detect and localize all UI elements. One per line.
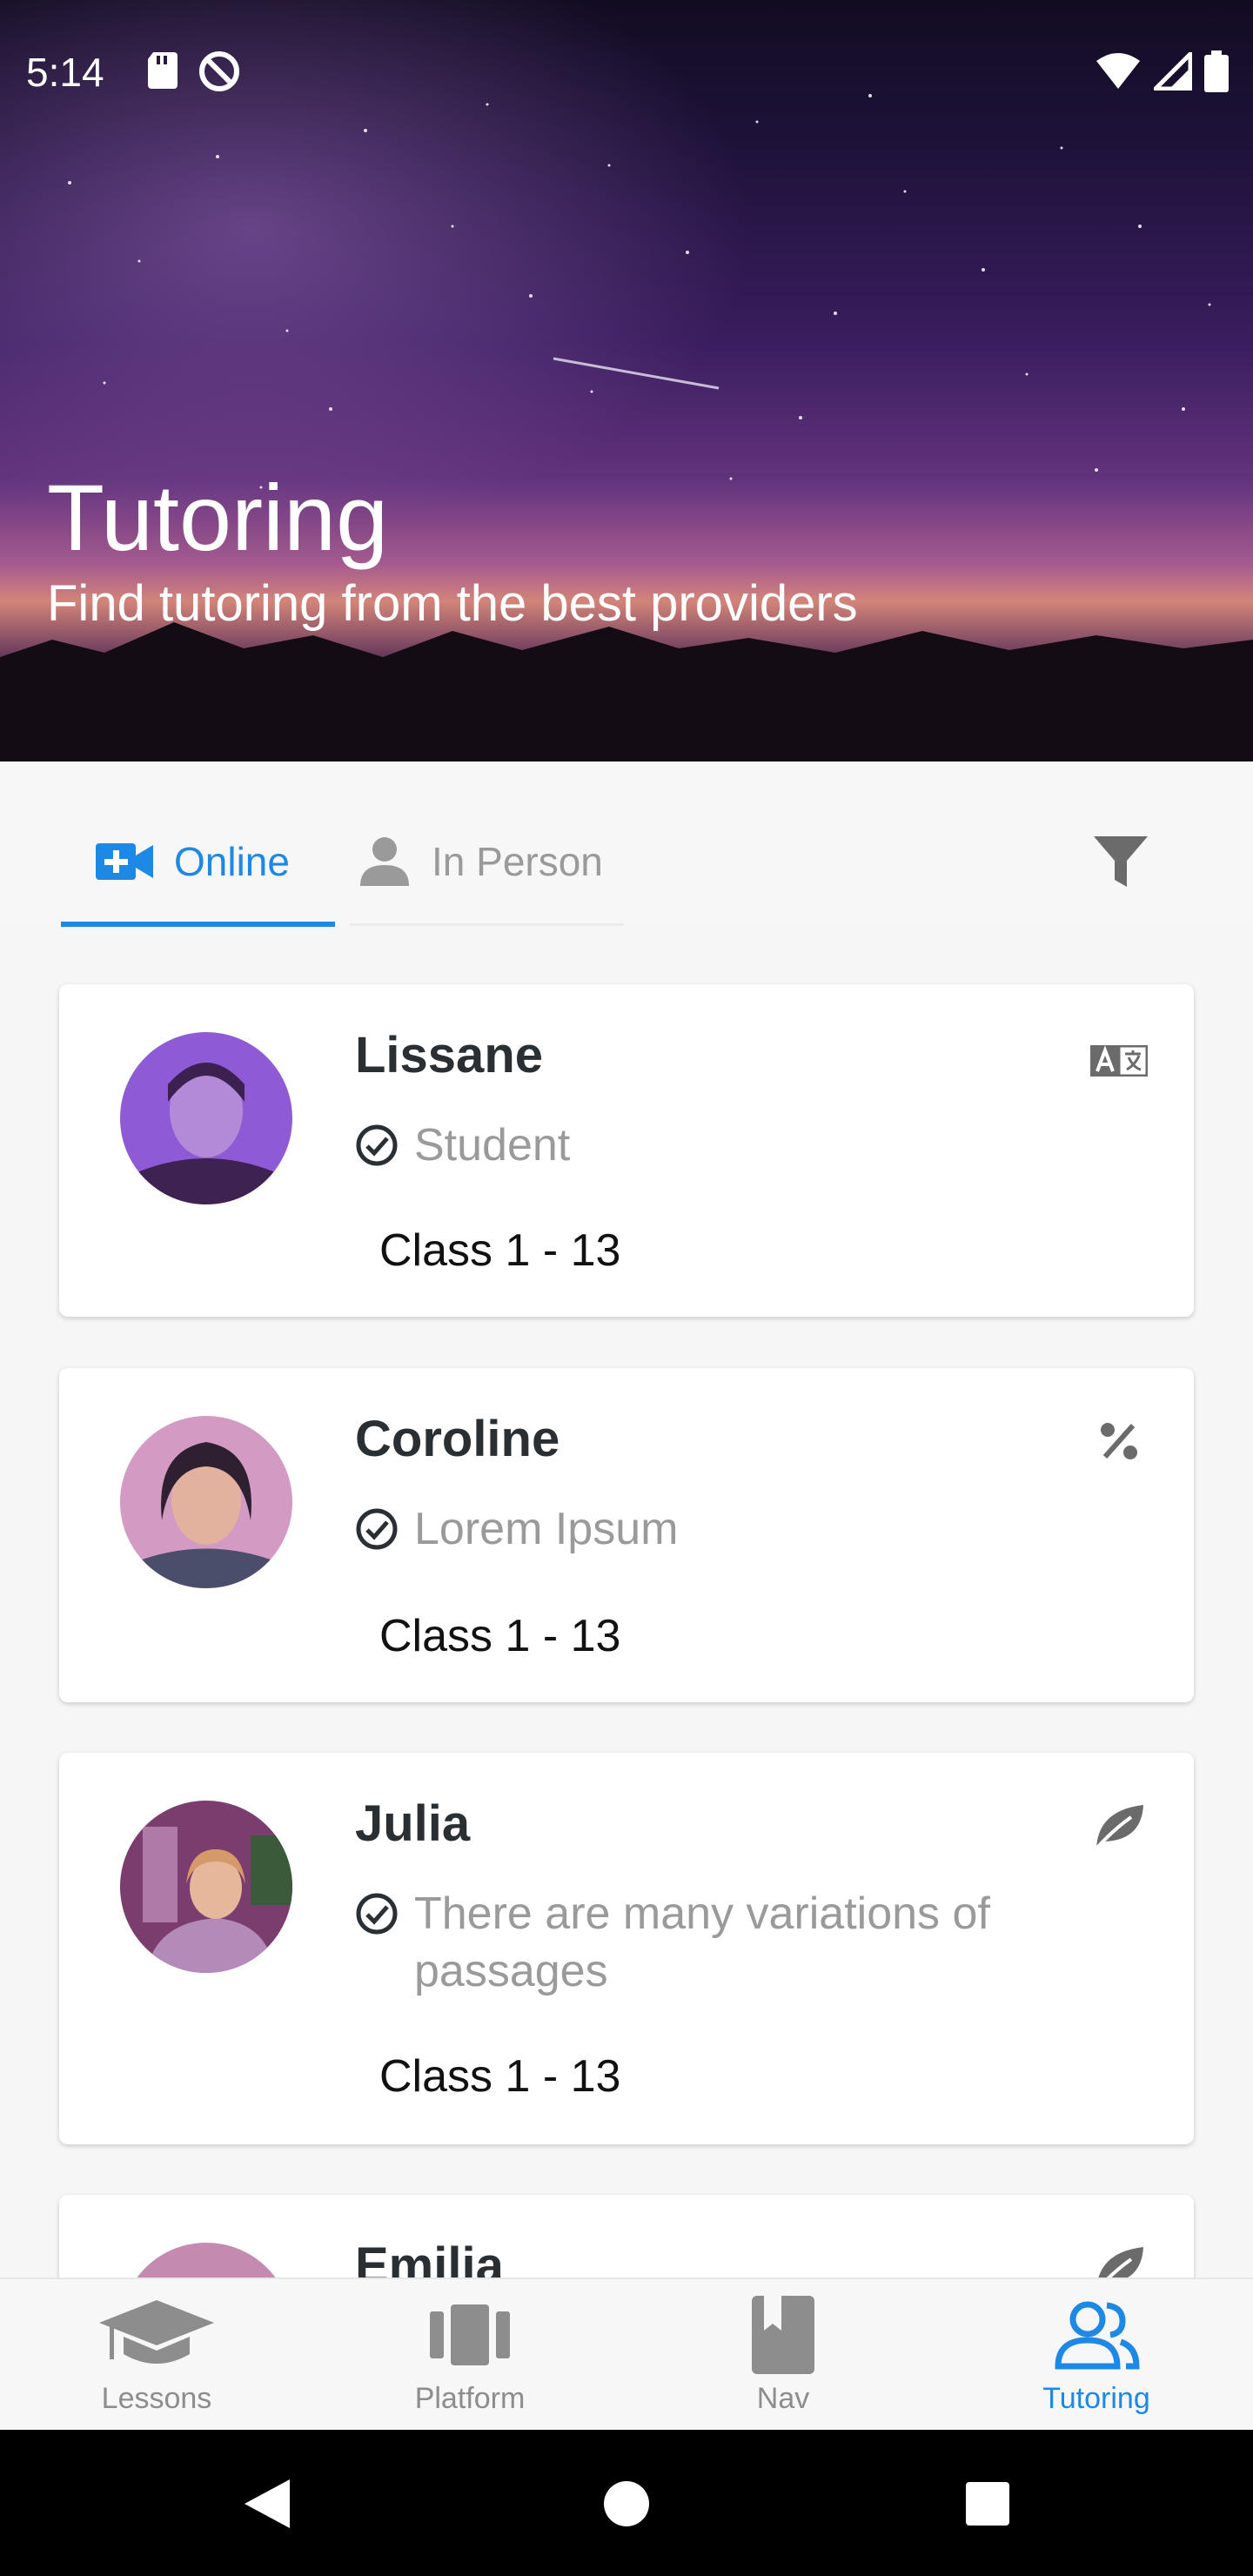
battery-icon: [1204, 50, 1229, 92]
nav-item-nav[interactable]: Nav: [626, 2279, 940, 2432]
tab-in-person[interactable]: In Person: [358, 822, 603, 901]
tutor-card-lissane[interactable]: Lissane Student Class 1 - 13: [59, 984, 1194, 1317]
filter-button[interactable]: [1086, 822, 1156, 901]
carousel-icon: [430, 2304, 510, 2365]
nav-label-tutoring: Tutoring: [1042, 2382, 1150, 2415]
tutor-role: There are many variations of passages: [355, 1885, 1103, 2000]
page-subtitle: Find tutoring from the best providers: [47, 575, 858, 632]
status-time: 5:14: [26, 50, 104, 95]
back-triangle-icon: [245, 2479, 290, 2528]
active-tab-indicator: [61, 922, 335, 927]
check-circle-icon: [356, 1124, 398, 1166]
tutor-class: Class 1 - 13: [379, 2051, 621, 2102]
tab-bar: Online In Person: [0, 761, 1253, 927]
tutor-card-coroline[interactable]: Coroline Lorem Ipsum Class 1 - 13: [59, 1368, 1194, 1702]
avatar: [120, 1416, 292, 1588]
video-plus-icon: [96, 843, 153, 880]
recents-square-icon: [966, 2482, 1009, 2526]
tutor-name: Julia: [355, 1795, 471, 1852]
nav-item-lessons[interactable]: Lessons: [0, 2279, 313, 2432]
avatar: [120, 1801, 292, 1973]
page-title: Tutoring: [47, 465, 389, 570]
bottom-navigation: Lessons Platform Nav Tutoring: [0, 2277, 1253, 2432]
leaf-icon: [1088, 1800, 1150, 1852]
signal-icon: [1154, 52, 1192, 91]
percent-icon: [1088, 1415, 1150, 1467]
people-icon: [1055, 2301, 1140, 2370]
do-not-disturb-icon: [199, 51, 239, 91]
tab-in-person-label: In Person: [432, 839, 603, 884]
status-icons-right: [1095, 50, 1229, 92]
book-icon: [752, 2296, 814, 2374]
tutor-name: Lissane: [355, 1027, 543, 1083]
avatar: [120, 1032, 292, 1204]
tab-online[interactable]: Online: [96, 822, 290, 901]
nav-item-tutoring[interactable]: Tutoring: [940, 2279, 1253, 2432]
nav-label-nav: Nav: [756, 2382, 810, 2415]
home-circle-icon: [604, 2481, 649, 2526]
translate-icon: [1088, 1035, 1150, 1087]
nav-label-lessons: Lessons: [101, 2382, 212, 2415]
tab-online-label: Online: [174, 839, 290, 884]
back-button[interactable]: [228, 2465, 306, 2543]
system-navigation-bar: [0, 2430, 1253, 2576]
tutor-role-text: Student: [414, 1120, 571, 1171]
check-circle-icon: [356, 1508, 398, 1550]
home-button[interactable]: [587, 2465, 666, 2543]
recents-button[interactable]: [948, 2465, 1027, 2543]
sd-card-icon: [148, 52, 178, 89]
status-icons-left: [146, 50, 240, 92]
tutor-role: Student: [355, 1117, 1103, 1174]
tutor-class: Class 1 - 13: [379, 1611, 621, 1661]
check-circle-icon: [356, 1893, 398, 1935]
tutor-name: Coroline: [355, 1411, 560, 1467]
wifi-icon: [1096, 53, 1140, 89]
graduation-cap-icon: [99, 2300, 214, 2364]
inactive-tab-indicator: [350, 923, 624, 926]
tutor-role-text: There are many variations of passages: [414, 1888, 990, 1996]
nav-label-platform: Platform: [414, 2382, 526, 2415]
tutor-card-julia[interactable]: Julia There are many variations of passa…: [59, 1753, 1194, 2144]
tutor-role: Lorem Ipsum: [355, 1500, 1103, 1558]
nav-item-platform[interactable]: Platform: [313, 2279, 626, 2432]
tutor-class: Class 1 - 13: [379, 1225, 621, 1276]
person-icon: [360, 837, 409, 886]
hero-banner: 5:14 Tutoring Find tutoring from the bes…: [0, 0, 1253, 761]
filter-icon: [1094, 836, 1148, 887]
tutor-role-text: Lorem Ipsum: [414, 1504, 679, 1554]
